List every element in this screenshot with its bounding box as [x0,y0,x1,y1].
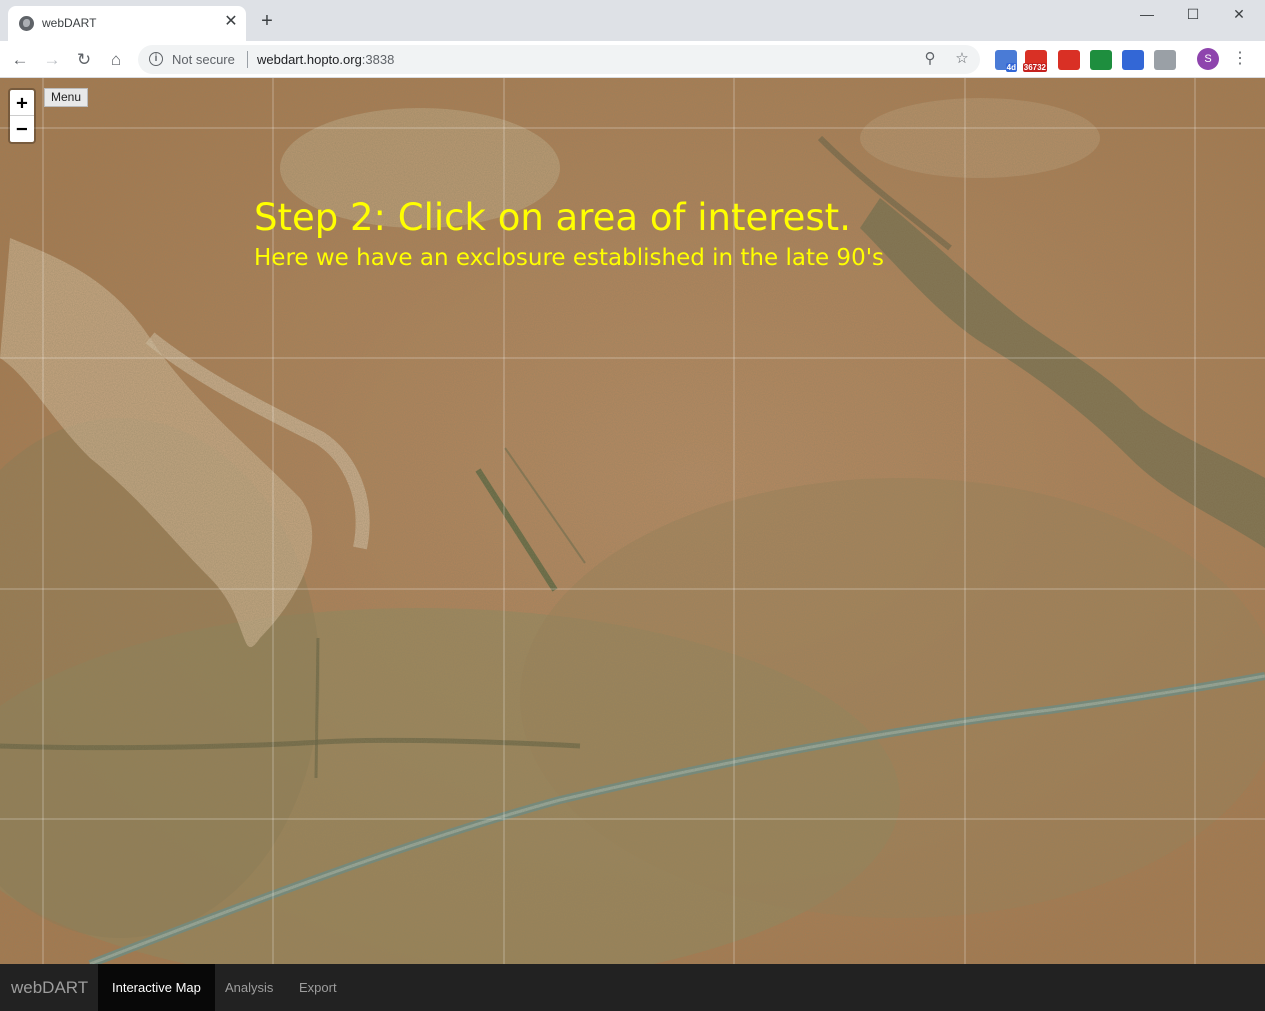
menu-button[interactable]: Menu [44,88,89,107]
security-label[interactable]: Not secure [172,52,235,67]
browser-tab[interactable]: webDART ✕ [8,6,246,41]
shield-extension-icon[interactable] [1122,50,1144,70]
gmail-icon[interactable] [1058,50,1080,70]
app-navbar: webDART Interactive Map Analysis Export [0,964,1265,1011]
tab-close-icon[interactable]: ✕ [222,13,240,31]
zoom-out-button[interactable]: − [10,116,34,142]
chrome-menu-icon[interactable]: ⋮ [1232,49,1248,69]
reload-button[interactable]: ↻ [72,48,96,72]
browser-tab-strip: webDART ✕ + — ☐ ✕ [0,0,1265,41]
zoom-in-button[interactable]: + [10,90,34,116]
extension-badge: 4d [1005,63,1017,72]
address-bar[interactable]: i Not secure webdart.hopto.org:3838 ⚲ ☆ [138,45,980,74]
tab-analysis[interactable]: Analysis [211,964,287,1011]
divider [247,51,248,68]
tab-interactive-map[interactable]: Interactive Map [98,964,215,1011]
forward-button[interactable]: → [40,48,64,72]
tab-export[interactable]: Export [285,964,351,1011]
bookmark-star-icon[interactable]: ☆ [953,50,971,68]
url-port: :3838 [361,52,395,67]
profile-avatar[interactable]: S [1197,48,1219,70]
calendar-extension-icon[interactable]: 4d [995,50,1017,72]
zoom-control: + − [8,88,36,144]
step-title: Step 2: Click on area of interest. [254,196,851,239]
browser-toolbar: ← → ↻ ⌂ i Not secure webdart.hopto.org:3… [0,41,1265,78]
maximize-button[interactable]: ☐ [1170,0,1216,30]
app-brand[interactable]: webDART [11,978,88,998]
step-subtitle: Here we have an exclosure established in… [254,245,885,271]
minimize-button[interactable]: — [1124,0,1170,30]
extension-badge: 36732 [1022,63,1047,72]
tab-title: webDART [42,16,97,30]
checkmark-extension-icon[interactable] [1090,50,1112,70]
url-host: webdart.hopto.org [257,52,362,67]
home-button[interactable]: ⌂ [104,48,128,72]
url-text[interactable]: webdart.hopto.org:3838 [257,52,394,67]
ghost-extension-icon[interactable] [1154,50,1176,70]
back-button[interactable]: ← [8,48,32,72]
window-close-button[interactable]: ✕ [1216,0,1262,30]
globe-icon [19,16,34,31]
zoom-magnifier-icon[interactable]: ⚲ [921,50,939,68]
info-icon[interactable]: i [149,52,163,66]
new-tab-button[interactable]: + [256,10,278,32]
gmail-checker-icon[interactable]: 36732 [1022,50,1047,72]
